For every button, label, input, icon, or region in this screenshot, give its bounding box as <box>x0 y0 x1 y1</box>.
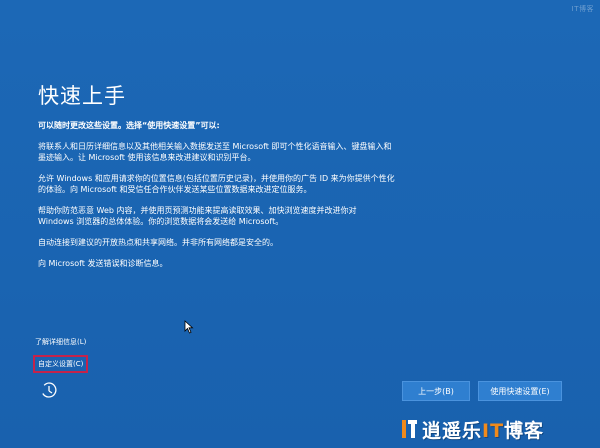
customize-settings-link[interactable]: 自定义设置(C) <box>33 355 89 373</box>
paragraph-location: 允许 Windows 和应用请求你的位置信息(包括位置历史记录)，并使用你的广告… <box>38 174 395 194</box>
ease-of-access-icon[interactable] <box>40 381 58 399</box>
brand-logo-icon <box>402 420 417 438</box>
use-express-settings-button[interactable]: 使用快速设置(E) <box>478 381 562 401</box>
settings-subheading: 可以随时更改这些设置。选择“使用快速设置”可以: <box>38 121 220 130</box>
paragraph-browser: 帮助你防范恶意 Web 内容，并使用页预测功能来提高读取效果、加快浏览速度并改进… <box>38 206 357 226</box>
mouse-pointer-icon <box>184 320 194 334</box>
brand-name-it: IT <box>482 419 505 442</box>
brand-name-part1: 逍遥乐 <box>422 419 483 442</box>
paragraph-personalization: 将联系人和日历详细信息以及其他相关输入数据发送至 Microsoft 即可个性化… <box>38 142 392 162</box>
brand-name: 逍遥乐IT博客 <box>422 416 544 443</box>
settings-description: 可以随时更改这些设置。选择“使用快速设置”可以: 将联系人和日历详细信息以及其他… <box>38 120 478 279</box>
brand-watermark: 逍遥乐IT博客 <box>400 414 544 444</box>
oobe-screen: IT博客 快速上手 可以随时更改这些设置。选择“使用快速设置”可以: 将联系人和… <box>0 0 600 448</box>
back-button[interactable]: 上一步(B) <box>402 381 470 401</box>
paragraph-connectivity: 自动连接到建议的开放热点和共享网络。并非所有网络都是安全的。 <box>38 238 278 247</box>
watermark-text: IT博客 <box>571 5 594 13</box>
learn-more-link[interactable]: 了解详细信息(L) <box>35 337 86 347</box>
brand-name-part2: 博客 <box>504 419 545 442</box>
page-title: 快速上手 <box>38 84 126 108</box>
paragraph-error-reporting: 向 Microsoft 发送错误和诊断信息。 <box>38 259 168 268</box>
